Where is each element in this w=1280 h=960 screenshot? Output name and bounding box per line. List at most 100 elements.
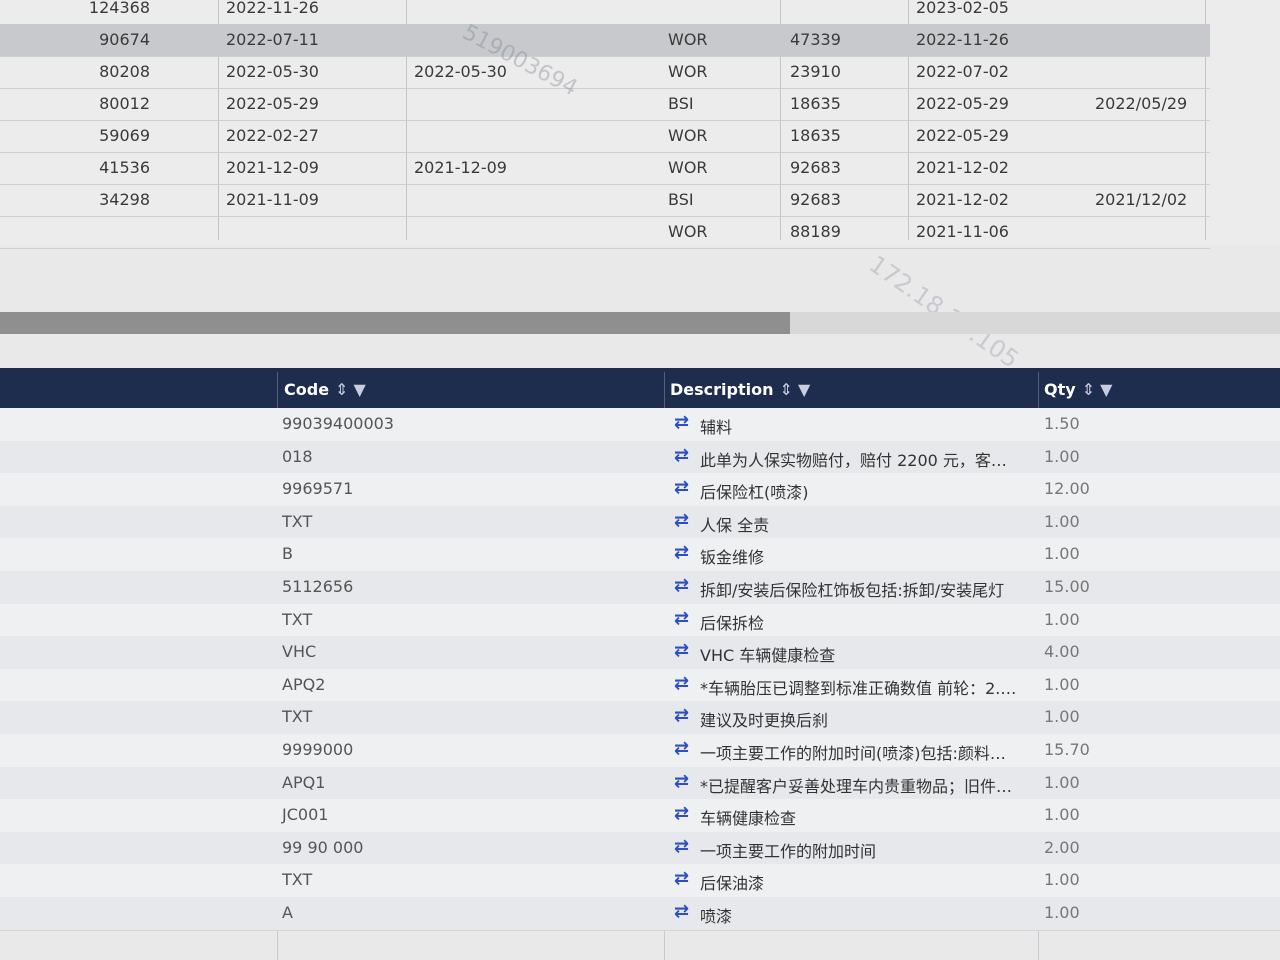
cell-type: WOR [668, 30, 708, 49]
cell-qty: 1.00 [1044, 870, 1080, 890]
swap-arrows-icon[interactable]: ⇄ [674, 901, 689, 922]
cell-date1: 2022-11-26 [226, 0, 319, 17]
cell-description: 人保 全责 [700, 515, 770, 535]
header-divider [1038, 372, 1039, 412]
column-header-qty[interactable]: Qty ⇕ ▼ [1044, 380, 1112, 399]
table-row[interactable]: TXT ⇄ 建议及时更换后刹 1.00 [0, 701, 1280, 736]
column-header-code[interactable]: Code ⇕ ▼ [284, 380, 366, 399]
cell-description: 喷漆 [700, 907, 733, 926]
swap-arrows-icon[interactable]: ⇄ [674, 705, 689, 726]
column-header-label: Code [284, 380, 330, 399]
table-row[interactable]: 124368 2022-11-26 2023-02-05 [0, 0, 1210, 25]
cell-id: 41536 [99, 158, 150, 177]
top-grid: 124368 2022-11-26 2023-02-05 90674 2022-07-1… [0, 0, 1280, 249]
cell-num: 92683 [790, 190, 841, 209]
table-row[interactable]: 99039400003 ⇄ 辅料 1.50 [0, 408, 1280, 442]
cell-qty: 1.00 [1044, 446, 1080, 466]
cell-code: 9969571 [282, 479, 354, 499]
cell-date3: 2021-12-02 [916, 158, 1009, 177]
cell-qty: 12.00 [1044, 479, 1090, 499]
table-row[interactable]: 34298 2021-11-09 BSI 92683 2021-12-02 2021/12… [0, 184, 1210, 217]
cell-code: 9999000 [282, 740, 354, 759]
cell-code: APQ2 [282, 674, 326, 694]
table-row[interactable]: 41536 2021-12-09 2021-12-09 WOR 92683 2021-12… [0, 152, 1210, 185]
table-row[interactable]: 99 90 000 ⇄ 一项主要工作的附加时间 2.00 [0, 831, 1280, 866]
cell-code: APQ1 [282, 772, 326, 792]
horizontal-scrollbar-thumb[interactable] [0, 312, 790, 334]
table-row[interactable]: 018 ⇄ 此单为人保实物赔付，赔付 2200 元，客户... 1.00 [0, 440, 1280, 475]
table-row[interactable]: TXT ⇄ 人保 全责 1.00 [0, 505, 1280, 540]
table-row[interactable]: TXT ⇄ 后保油漆 1.00 [0, 864, 1280, 899]
sort-filter-icon[interactable]: ⇕ ▼ [1082, 380, 1113, 399]
swap-arrows-icon[interactable]: ⇄ [674, 477, 689, 498]
cell-num: 18635 [790, 94, 841, 113]
cell-qty: 1.00 [1044, 609, 1080, 629]
cell-id: 80012 [99, 94, 150, 113]
table-row[interactable]: TXT ⇄ 后保拆检 1.00 [0, 603, 1280, 638]
swap-arrows-icon[interactable]: ⇄ [674, 771, 689, 792]
cell-date3: 2022-11-26 [916, 30, 1009, 49]
cell-date1: 2021-11-09 [226, 190, 319, 209]
table-row[interactable]: 80208 2022-05-30 2022-05-30 WOR 23910 2022-07… [0, 56, 1210, 89]
header-divider [277, 372, 278, 412]
cell-description: *已提醒客户妥善处理车内贵重物品；旧件保... [700, 776, 1020, 796]
swap-arrows-icon[interactable]: ⇄ [674, 412, 689, 433]
table-row[interactable]: 90674 2022-07-11 WOR 47339 2022-11-26 [0, 24, 1210, 57]
cell-qty: 1.00 [1044, 511, 1080, 531]
cell-qty: 1.00 [1044, 805, 1080, 825]
swap-arrows-icon[interactable]: ⇄ [674, 836, 689, 857]
cell-qty: 1.00 [1044, 674, 1080, 694]
cell-type: WOR [668, 126, 708, 145]
table-row[interactable]: 5112656 ⇄ 拆卸/安装后保险杠饰板包括:拆卸/安装尾灯 15.00 [0, 571, 1280, 605]
cell-description: 后保险杠(喷漆) [700, 483, 809, 503]
cell-description: 拆卸/安装后保险杠饰板包括:拆卸/安装尾灯 [700, 581, 1005, 600]
cell-date3: 2022-05-29 [916, 94, 1009, 113]
cell-num: 47339 [790, 30, 841, 49]
cell-date2: 2022-05-30 [414, 62, 507, 81]
cell-id: 80208 [99, 62, 150, 81]
cell-type: WOR [668, 62, 708, 81]
table-row[interactable]: VHC ⇄ VHC 车辆健康检查 4.00 [0, 636, 1280, 671]
swap-arrows-icon[interactable]: ⇄ [674, 640, 689, 661]
cell-num: 18635 [790, 126, 841, 145]
cell-code: JC001 [282, 805, 329, 825]
cell-code: TXT [282, 870, 313, 890]
cell-type: BSI [668, 190, 694, 209]
cell-qty: 1.00 [1044, 544, 1080, 564]
cell-qty: 1.50 [1044, 414, 1080, 433]
swap-arrows-icon[interactable]: ⇄ [674, 673, 689, 694]
swap-arrows-icon[interactable]: ⇄ [674, 803, 689, 824]
table-row[interactable]: JC001 ⇄ 车辆健康检查 1.00 [0, 799, 1280, 834]
sort-filter-icon[interactable]: ⇕ ▼ [335, 380, 366, 399]
cell-description: 后保油漆 [700, 874, 765, 894]
cell-qty: 15.00 [1044, 577, 1090, 596]
swap-arrows-icon[interactable]: ⇄ [674, 510, 689, 531]
table-row[interactable]: APQ2 ⇄ *车辆胎压已调整到标准正确数值 前轮：2.3... 1.00 [0, 668, 1280, 703]
table-row[interactable]: WOR 88189 2021-11-06 [0, 216, 1210, 249]
table-row[interactable]: 9999000 ⇄ 一项主要工作的附加时间(喷漆)包括:颜料混... 15.70 [0, 734, 1280, 768]
table-row[interactable]: 80012 2022-05-29 BSI 18635 2022-05-29 2022/05… [0, 88, 1210, 121]
cell-description: VHC 车辆健康检查 [700, 646, 836, 666]
cell-date1: 2022-05-30 [226, 62, 319, 81]
swap-arrows-icon[interactable]: ⇄ [674, 575, 689, 596]
cell-code: 99 90 000 [282, 837, 364, 857]
swap-arrows-icon[interactable]: ⇄ [674, 542, 689, 563]
swap-arrows-icon[interactable]: ⇄ [674, 608, 689, 629]
swap-arrows-icon[interactable]: ⇄ [674, 738, 689, 759]
table-row[interactable]: 9969571 ⇄ 后保险杠(喷漆) 12.00 [0, 473, 1280, 508]
swap-arrows-icon[interactable]: ⇄ [674, 868, 689, 889]
table-row[interactable]: APQ1 ⇄ *已提醒客户妥善处理车内贵重物品；旧件保... 1.00 [0, 766, 1280, 801]
cell-code: 99039400003 [282, 414, 394, 433]
table-row[interactable]: A ⇄ 喷漆 1.00 [0, 897, 1280, 931]
cell-code: TXT [282, 707, 313, 727]
column-header-description[interactable]: Description ⇕ ▼ [670, 380, 810, 399]
cell-id: 34298 [99, 190, 150, 209]
table-row[interactable]: 59069 2022-02-27 WOR 18635 2022-05-29 [0, 120, 1210, 153]
cell-qty: 2.00 [1044, 837, 1080, 857]
swap-arrows-icon[interactable]: ⇄ [674, 445, 689, 466]
cell-qty: 1.00 [1044, 903, 1080, 922]
cell-description: *车辆胎压已调整到标准正确数值 前轮：2.3... [700, 678, 1020, 698]
sort-filter-icon[interactable]: ⇕ ▼ [779, 380, 810, 399]
table-row[interactable]: B ⇄ 钣金维修 1.00 [0, 538, 1280, 573]
cell-date1: 2022-07-11 [226, 30, 319, 49]
